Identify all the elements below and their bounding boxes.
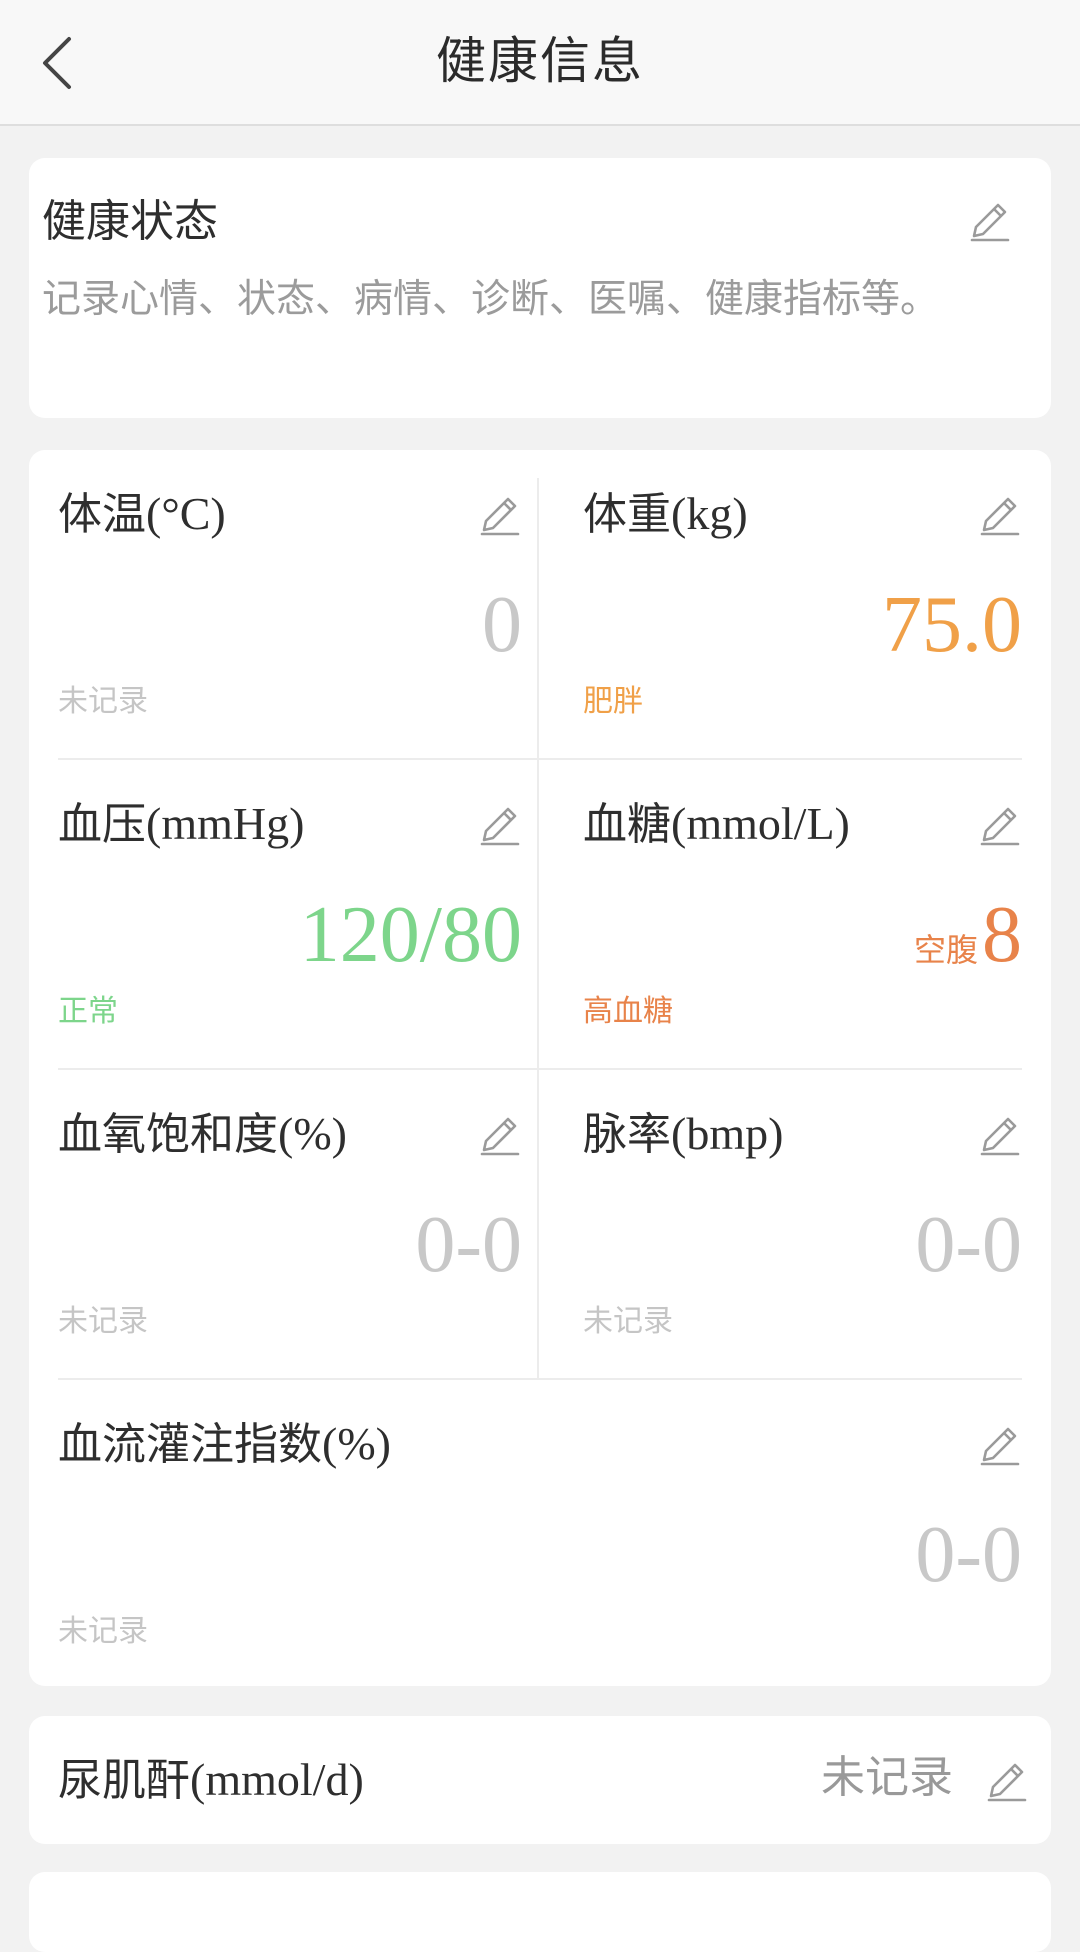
metric-value: 0-0 (415, 1201, 522, 1289)
next-row-card[interactable] (29, 1872, 1051, 1952)
row-label: 尿肌酐(mmol/d) (58, 1754, 364, 1806)
pencil-icon[interactable] (476, 1112, 522, 1158)
metric-status: 未记录 (58, 1304, 148, 1339)
metric-label: 脉率(bmp) (583, 1108, 784, 1160)
pencil-icon[interactable] (966, 198, 1012, 244)
metric-cell-temperature[interactable]: 体温(°C) 0 未记录 (58, 450, 522, 760)
metric-cell-pulse-rate[interactable]: 脉率(bmp) 0-0 未记录 (583, 1070, 1022, 1380)
metric-cell-blood-glucose[interactable]: 血糖(mmol/L) 空腹8 高血糖 (583, 760, 1022, 1070)
metric-cell-weight[interactable]: 体重(kg) 75.0 肥胖 (583, 450, 1022, 760)
metric-label: 体重(kg) (583, 488, 748, 540)
metric-value: 75.0 (882, 581, 1022, 669)
pencil-icon[interactable] (976, 1422, 1022, 1468)
pencil-icon[interactable] (976, 802, 1022, 848)
metric-label: 血压(mmHg) (58, 798, 305, 850)
urine-creatinine-row[interactable]: 尿肌酐(mmol/d) 未记录 (29, 1716, 1051, 1844)
divider (537, 478, 539, 760)
metric-status: 正常 (58, 994, 118, 1029)
row-value: 未记录 (821, 1752, 953, 1803)
divider (537, 1070, 539, 1380)
divider (58, 1378, 1022, 1380)
metric-status: 未记录 (583, 1304, 673, 1339)
pencil-icon[interactable] (976, 492, 1022, 538)
metric-value: 0 (482, 581, 522, 669)
metric-cell-blood-pressure[interactable]: 血压(mmHg) 120/80 正常 (58, 760, 522, 1070)
metric-value: 空腹8 (913, 891, 1022, 979)
pencil-icon[interactable] (476, 492, 522, 538)
divider (537, 760, 539, 1070)
metric-status: 未记录 (58, 684, 148, 719)
metric-cell-blood-oxygen[interactable]: 血氧饱和度(%) 0-0 未记录 (58, 1070, 522, 1380)
metric-value: 0-0 (915, 1511, 1022, 1599)
metrics-card: 体温(°C) 0 未记录 体重(kg) 75.0 肥胖血压(mmHg) 120/80 正常 血糖… (29, 450, 1051, 1686)
metric-status: 肥胖 (583, 684, 643, 719)
metric-value: 120/80 (299, 891, 522, 979)
health-status-description: 记录心情、状态、病情、诊断、医嘱、健康指标等。 (42, 277, 940, 322)
metric-label: 血糖(mmol/L) (583, 798, 850, 850)
metric-status: 未记录 (58, 1614, 148, 1649)
nav-bar: 健康信息 (0, 0, 1080, 126)
pencil-icon[interactable] (983, 1758, 1029, 1804)
metric-value: 0-0 (915, 1201, 1022, 1289)
divider (58, 1068, 1022, 1070)
pencil-icon[interactable] (476, 802, 522, 848)
metric-label: 血氧饱和度(%) (58, 1108, 347, 1160)
pencil-icon[interactable] (976, 1112, 1022, 1158)
metric-label: 血流灌注指数(%) (58, 1418, 391, 1470)
metric-cell-perfusion-index[interactable]: 血流灌注指数(%) 0-0 未记录 (58, 1380, 1022, 1690)
divider (58, 758, 1022, 760)
health-status-title: 健康状态 (42, 196, 218, 247)
metric-status: 高血糖 (583, 994, 673, 1029)
page-title: 健康信息 (436, 32, 644, 90)
metric-label: 体温(°C) (58, 488, 226, 540)
